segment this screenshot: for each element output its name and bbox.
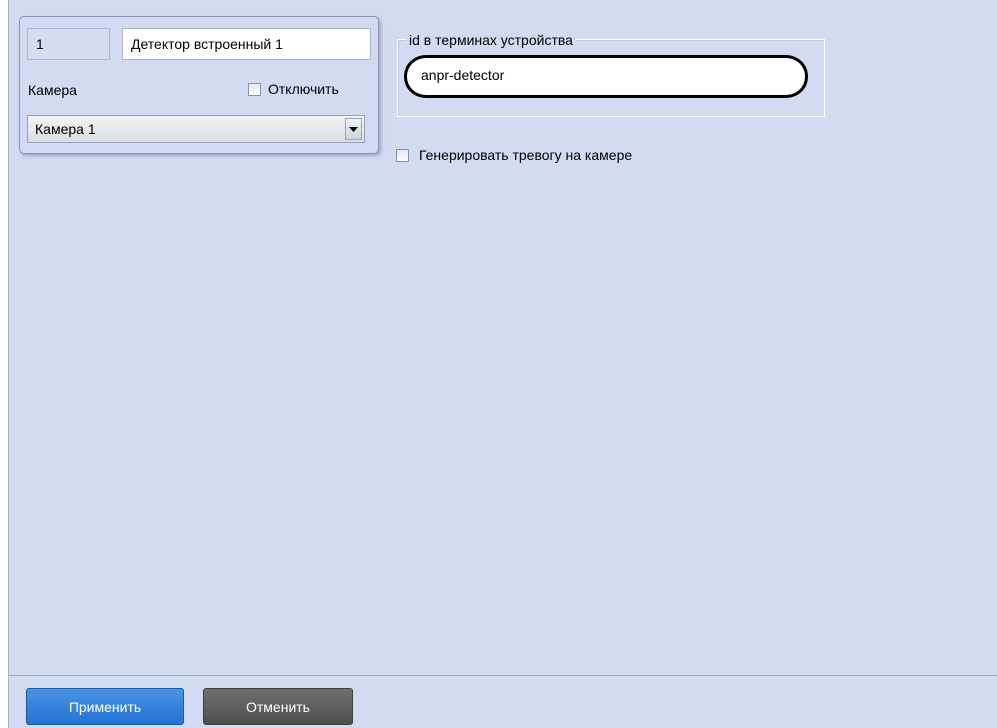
camera-select-value: Камера 1 <box>35 121 96 137</box>
chevron-down-icon[interactable] <box>345 118 362 140</box>
object-id-field[interactable]: 1 <box>27 28 110 60</box>
camera-select[interactable]: Камера 1 <box>27 115 365 143</box>
device-id-field[interactable]: anpr-detector <box>404 55 808 98</box>
disable-checkbox-label[interactable]: Отключить <box>268 81 339 97</box>
alarm-checkbox-label[interactable]: Генерировать тревогу на камере <box>419 147 632 163</box>
cancel-button[interactable]: Отменить <box>203 688 353 725</box>
alarm-checkbox[interactable] <box>396 148 409 162</box>
device-id-legend: id в терминах устройства <box>406 31 576 49</box>
apply-button[interactable]: Применить <box>26 688 184 725</box>
alarm-checkbox-row[interactable]: Генерировать тревогу на камере <box>396 147 632 163</box>
camera-label: Камера <box>28 82 77 98</box>
disable-checkbox[interactable] <box>248 82 261 96</box>
object-panel: 1 Детектор встроенный 1 Камера Отключить… <box>19 16 379 154</box>
object-name-field[interactable]: Детектор встроенный 1 <box>122 28 371 60</box>
disable-checkbox-row[interactable]: Отключить <box>248 81 339 97</box>
